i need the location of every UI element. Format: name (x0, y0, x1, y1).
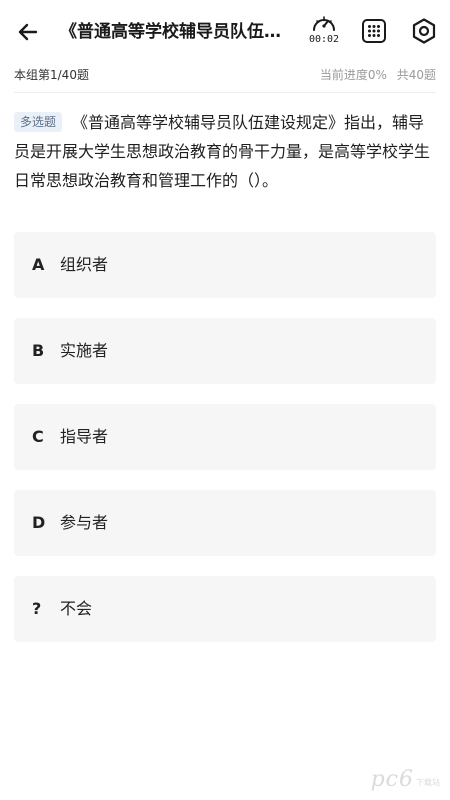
settings-button[interactable] (410, 17, 438, 45)
timer-button[interactable]: 00:02 (306, 13, 342, 49)
watermark-subtext: 下载站 (416, 778, 440, 787)
option-letter: B (32, 341, 45, 360)
option-text: 实施者 (60, 341, 109, 360)
answer-card-grid-icon (362, 19, 386, 43)
question-stem: 多选题 《普通高等学校辅导员队伍建设规定》指出，辅导员是开展大学生思想政治教育的骨… (14, 108, 436, 195)
option-letter: ? (32, 599, 42, 618)
option-dont-know[interactable]: ? 不会 (14, 576, 436, 642)
option-letter: A (32, 255, 45, 274)
question-index: 本组第1/40题 (14, 68, 89, 82)
option-text: 参与者 (60, 513, 109, 532)
timer-gauge-icon (313, 16, 335, 31)
progress-summary: 当前进度0% 共40题 (314, 64, 436, 86)
question-text: 《普通高等学校辅导员队伍建设规定》指出，辅导员是开展大学生思想政治教育的骨干力量… (14, 113, 431, 190)
option-letter: C (32, 427, 44, 446)
watermark-logo: pc6 下载站 (371, 767, 440, 792)
total-count: 共40题 (396, 68, 436, 82)
watermark-text: pc6 (370, 767, 414, 792)
option-c[interactable]: C 指导者 (14, 404, 436, 470)
question-type-badge: 多选题 (14, 112, 63, 132)
settings-gear-icon (412, 18, 436, 44)
top-bar: 《普通高等学校辅导员队伍建设规定》指出 00:02 (0, 0, 450, 62)
answer-card-button[interactable] (361, 18, 387, 44)
option-text: 不会 (60, 599, 93, 618)
progress-row: 本组第1/40题 当前进度0% 共40题 (14, 64, 436, 86)
option-text: 指导者 (60, 427, 109, 446)
timer-readout: 00:02 (308, 34, 340, 45)
divider (14, 92, 436, 93)
option-text: 组织者 (60, 255, 109, 274)
back-arrow-icon (18, 23, 38, 41)
option-b[interactable]: B 实施者 (14, 318, 436, 384)
back-button[interactable] (14, 18, 42, 46)
option-a[interactable]: A 组织者 (14, 232, 436, 298)
current-progress: 当前进度0% (319, 68, 387, 82)
option-letter: D (32, 513, 46, 532)
page-title: 《普通高等学校辅导员队伍建设规定》指出 (60, 22, 296, 42)
option-d[interactable]: D 参与者 (14, 490, 436, 556)
